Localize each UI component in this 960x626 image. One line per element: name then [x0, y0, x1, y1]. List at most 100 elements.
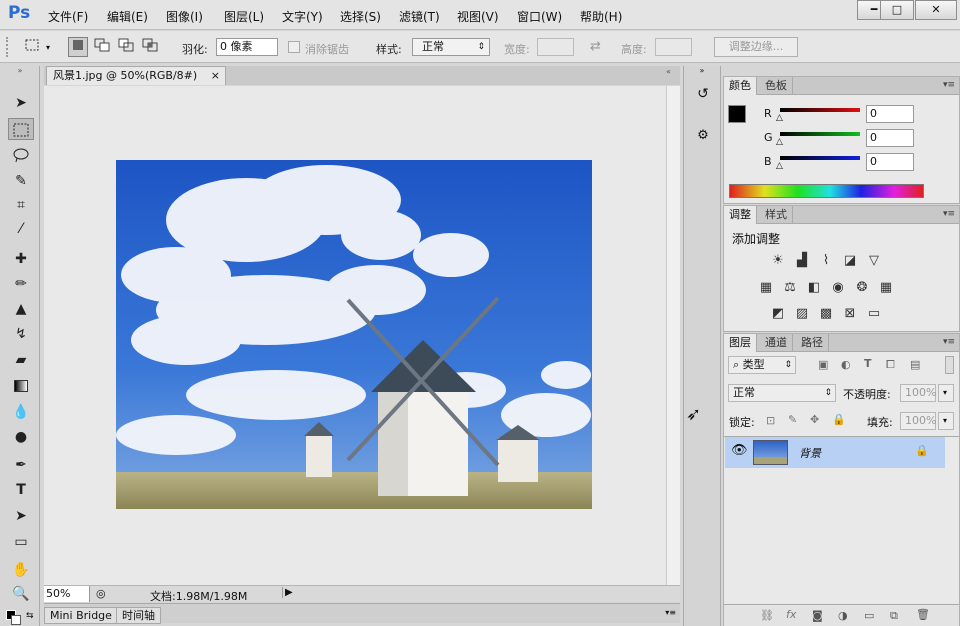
- g-slider[interactable]: [780, 132, 860, 136]
- menu-type[interactable]: 文字(Y): [282, 8, 323, 25]
- delete-layer-icon[interactable]: 🗑: [916, 608, 930, 621]
- maximize-button[interactable]: □: [880, 0, 914, 20]
- tab-close-icon[interactable]: ×: [211, 67, 220, 84]
- crop-tool-icon[interactable]: ⌗: [8, 194, 34, 216]
- lock-position-icon[interactable]: ✥: [810, 413, 819, 426]
- tab-mini-bridge[interactable]: Mini Bridge: [44, 607, 118, 624]
- g-input[interactable]: 0: [866, 129, 914, 147]
- blend-mode-select[interactable]: 正常 ⇕: [728, 384, 836, 402]
- menu-file[interactable]: 文件(F): [48, 8, 88, 25]
- move-tool-icon[interactable]: ➤: [8, 92, 34, 114]
- menu-image[interactable]: 图像(I): [166, 8, 203, 25]
- levels-icon[interactable]: ▟: [793, 253, 811, 269]
- visibility-eye-icon[interactable]: 👁: [731, 443, 748, 458]
- lasso-tool-icon[interactable]: [8, 144, 34, 166]
- r-input[interactable]: 0: [866, 105, 914, 123]
- feather-input[interactable]: 0 像素: [216, 38, 278, 56]
- gradient-tool-icon[interactable]: [8, 375, 34, 397]
- history-brush-tool-icon[interactable]: ↯: [8, 323, 34, 345]
- intersect-selection-icon[interactable]: [140, 37, 160, 57]
- filter-shape-icon[interactable]: ⧠: [886, 358, 895, 372]
- foreground-swatch[interactable]: [728, 105, 746, 123]
- filter-type-icon[interactable]: T: [864, 357, 872, 370]
- new-layer-icon[interactable]: ⧉: [890, 609, 898, 623]
- menu-view[interactable]: 视图(V): [457, 8, 499, 25]
- tab-swatches[interactable]: 色板: [760, 77, 793, 95]
- refine-edge-button[interactable]: 调整边缘...: [714, 37, 798, 57]
- zoom-tool-icon[interactable]: 🔍: [8, 583, 34, 605]
- pen-tool-icon[interactable]: ✒: [8, 454, 34, 476]
- filter-pixel-icon[interactable]: ▣: [818, 358, 828, 371]
- layer-filter-select[interactable]: ⌕ 类型 ⇕: [728, 356, 796, 374]
- status-arrow-icon[interactable]: ▶: [282, 587, 293, 598]
- opacity-dropdown-icon[interactable]: ▾: [938, 384, 954, 402]
- fill-input[interactable]: 100%: [900, 412, 936, 430]
- photo-filter-icon[interactable]: ◉: [829, 280, 847, 296]
- marquee-preset-icon[interactable]: [22, 37, 42, 57]
- filter-adjust-icon[interactable]: ◐: [841, 358, 851, 371]
- canvas-area[interactable]: [44, 86, 666, 585]
- gradient-map-icon[interactable]: ▭: [865, 306, 883, 322]
- exposure-icon[interactable]: ◪: [841, 253, 859, 269]
- antialias-checkbox[interactable]: [288, 41, 300, 53]
- lock-transparent-icon[interactable]: ⊡: [766, 414, 775, 427]
- blur-tool-icon[interactable]: 💧: [8, 401, 34, 423]
- hand-tool-icon[interactable]: ✋: [8, 559, 34, 581]
- menu-select[interactable]: 选择(S): [340, 8, 381, 25]
- color-lookup-icon[interactable]: ▦: [877, 280, 895, 296]
- panel-menu-icon[interactable]: ▾≡: [665, 608, 676, 617]
- threshold-icon[interactable]: ▩: [817, 306, 835, 322]
- tab-paths[interactable]: 路径: [796, 334, 829, 352]
- opacity-input[interactable]: 100%: [900, 384, 936, 402]
- swap-colors-icon[interactable]: ⇆: [26, 611, 34, 621]
- new-adjustment-icon[interactable]: ◑: [838, 609, 848, 622]
- menu-help[interactable]: 帮助(H): [580, 8, 622, 25]
- tab-color[interactable]: 颜色: [724, 77, 757, 95]
- hue-saturation-icon[interactable]: ▦: [757, 280, 775, 296]
- rect-marquee-tool-icon[interactable]: [8, 118, 34, 140]
- tab-adjustments[interactable]: 调整: [724, 206, 757, 224]
- new-group-icon[interactable]: ▭: [864, 609, 874, 622]
- menu-window[interactable]: 窗口(W): [517, 8, 562, 25]
- zoom-field[interactable]: 50%: [44, 586, 90, 602]
- vibrance-icon[interactable]: ▽: [865, 253, 883, 269]
- tab-timeline[interactable]: 时间轴: [116, 607, 161, 624]
- height-input[interactable]: [655, 38, 692, 56]
- panel-collapse-icon[interactable]: «: [666, 67, 671, 76]
- b-input[interactable]: 0: [866, 153, 914, 171]
- zoom-indicator-icon[interactable]: ◎: [96, 587, 106, 600]
- menu-filter[interactable]: 滤镜(T): [399, 8, 440, 25]
- subtract-selection-icon[interactable]: [116, 37, 136, 57]
- r-slider-thumb-icon[interactable]: △: [776, 113, 783, 123]
- channel-mixer-icon[interactable]: ❂: [853, 280, 871, 296]
- invert-icon[interactable]: ◩: [769, 306, 787, 322]
- color-spectrum-bar[interactable]: [729, 184, 924, 198]
- healing-brush-tool-icon[interactable]: ✚: [8, 248, 34, 270]
- selective-color-icon[interactable]: ⊠: [841, 306, 859, 322]
- curves-icon[interactable]: ⌇: [817, 253, 835, 269]
- layer-mask-icon[interactable]: ◙: [812, 609, 823, 622]
- background-color-swatch[interactable]: [11, 615, 21, 625]
- new-selection-icon[interactable]: [68, 37, 88, 57]
- filter-toggle[interactable]: [945, 356, 954, 374]
- close-button[interactable]: ✕: [915, 0, 957, 20]
- color-panel-menu-icon[interactable]: ▾≡: [943, 80, 955, 90]
- b-slider[interactable]: [780, 156, 860, 160]
- swap-icon[interactable]: ⇄: [590, 39, 601, 54]
- quick-select-tool-icon[interactable]: ✎: [8, 170, 34, 192]
- g-slider-thumb-icon[interactable]: △: [776, 137, 783, 147]
- menu-edit[interactable]: 编辑(E): [107, 8, 148, 25]
- b-slider-thumb-icon[interactable]: △: [776, 161, 783, 171]
- dodge-tool-icon[interactable]: ●: [8, 426, 34, 448]
- document-tab[interactable]: 风景1.jpg @ 50%(RGB/8#) ×: [46, 66, 226, 85]
- grip-handle[interactable]: [6, 37, 14, 57]
- layers-panel-menu-icon[interactable]: ▾≡: [943, 337, 955, 347]
- collapse-icon[interactable]: »: [4, 66, 36, 75]
- type-tool-icon[interactable]: T: [8, 479, 34, 501]
- brightness-icon[interactable]: ☀: [769, 253, 787, 269]
- layer-style-icon[interactable]: fx: [786, 608, 796, 621]
- width-input[interactable]: [537, 38, 574, 56]
- lock-image-icon[interactable]: ✎: [788, 413, 797, 426]
- layer-name[interactable]: 背景: [799, 445, 821, 461]
- eraser-tool-icon[interactable]: ▰: [8, 349, 34, 371]
